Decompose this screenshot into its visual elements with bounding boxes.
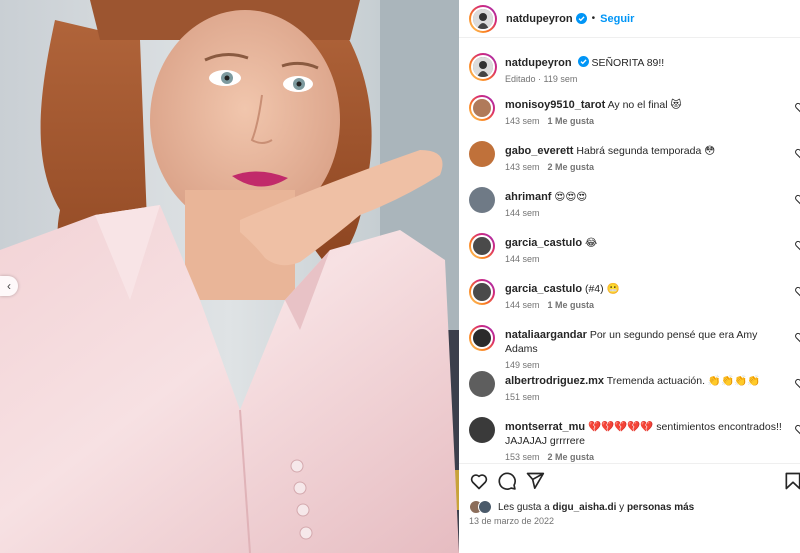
comment-meta: 153 sem 2 Me gusta bbox=[505, 452, 800, 462]
comment-content: garcia_castulo 😂 bbox=[505, 236, 785, 250]
comment-row: gabo_everett Habrá segunda temporada 😳 14… bbox=[469, 141, 800, 172]
comment-likes[interactable]: 2 Me gusta bbox=[548, 162, 595, 172]
likes-mid: y bbox=[616, 501, 627, 513]
bookmark-icon[interactable] bbox=[783, 471, 800, 491]
comment-time: 144 sem bbox=[505, 254, 540, 264]
comment-row: garcia_castulo 😂 144 sem bbox=[469, 233, 800, 264]
commenter-avatar[interactable] bbox=[469, 417, 495, 443]
verified-badge-icon bbox=[577, 56, 589, 67]
separator-dot: • bbox=[591, 13, 596, 24]
commenter-avatar[interactable] bbox=[469, 187, 495, 213]
comment-text: 😍😍😍 bbox=[554, 191, 588, 203]
comment-likes[interactable]: 1 Me gusta bbox=[548, 300, 595, 310]
commenter-avatar[interactable] bbox=[469, 371, 495, 397]
likes-prefix: Les gusta a bbox=[498, 501, 553, 513]
heart-icon[interactable] bbox=[794, 101, 800, 113]
commenter-avatar[interactable] bbox=[469, 233, 495, 259]
caption-text: SEÑORITA 89!! bbox=[591, 57, 665, 69]
commenter-avatar[interactable] bbox=[469, 141, 495, 167]
comment-meta: 143 sem 1 Me gusta bbox=[505, 116, 800, 126]
likes-others-link[interactable]: personas más bbox=[627, 502, 694, 513]
comment-row: nataliaargandar Por un segundo pensé que… bbox=[469, 325, 800, 370]
comment-icon[interactable] bbox=[497, 471, 517, 491]
author-username[interactable]: natdupeyron bbox=[506, 13, 573, 25]
comment-content: garcia_castulo (#4) 😬 bbox=[505, 282, 785, 296]
comment-text: Tremenda actuación. 👏👏👏👏 bbox=[606, 375, 761, 387]
comment-likes[interactable]: 1 Me gusta bbox=[548, 116, 595, 126]
comment-row: montserrat_mu 💔💔💔💔💔 sentimientos encontr… bbox=[469, 417, 800, 462]
comment-username[interactable]: monisoy9510_tarot bbox=[505, 99, 605, 111]
comment-content: monisoy9510_tarot Ay no el final 😻 bbox=[505, 98, 785, 112]
comment-meta: 144 sem bbox=[505, 208, 800, 218]
post-caption: natdupeyron SEÑORITA 89!! Editado · 119 … bbox=[459, 39, 800, 91]
comment-time: 144 sem bbox=[505, 208, 540, 218]
comment-username[interactable]: garcia_castulo bbox=[505, 283, 582, 295]
comment-username[interactable]: albertrodriguez.mx bbox=[505, 375, 604, 387]
comment-content: ahrimanf 😍😍😍 bbox=[505, 190, 785, 204]
comment-time: 143 sem bbox=[505, 162, 540, 172]
comment-time: 144 sem bbox=[505, 300, 540, 310]
comment-text: 😂 bbox=[584, 237, 598, 249]
caption-meta: Editado · 119 sem bbox=[505, 74, 578, 84]
heart-icon[interactable] bbox=[794, 239, 800, 251]
comment-username[interactable]: nataliaargandar bbox=[505, 329, 587, 341]
comment-likes[interactable]: 2 Me gusta bbox=[548, 452, 595, 462]
author-avatar[interactable] bbox=[469, 4, 497, 33]
heart-icon[interactable] bbox=[794, 193, 800, 205]
commenter-avatar[interactable] bbox=[469, 95, 495, 121]
post-header: natdupeyron • Seguir bbox=[459, 0, 800, 38]
share-icon[interactable] bbox=[525, 471, 545, 491]
commenter-avatar[interactable] bbox=[469, 279, 495, 305]
caption-avatar[interactable] bbox=[469, 53, 497, 81]
likes-text: Les gusta a digu_aisha.di y personas más bbox=[498, 502, 694, 513]
comment-time: 153 sem bbox=[505, 452, 540, 462]
comment-row: garcia_castulo (#4) 😬 144 sem 1 Me gusta bbox=[469, 279, 800, 310]
likes-summary[interactable]: Les gusta a digu_aisha.di y personas más bbox=[469, 500, 694, 514]
comment-content: gabo_everett Habrá segunda temporada 😳 bbox=[505, 144, 785, 158]
post-details-panel: natdupeyron • Seguir natdupeyron SEÑORIT… bbox=[459, 0, 800, 553]
comment-text: Ay no el final 😻 bbox=[607, 99, 682, 111]
heart-icon[interactable] bbox=[794, 331, 800, 343]
verified-badge-icon bbox=[575, 13, 587, 24]
caption-username[interactable]: natdupeyron bbox=[505, 57, 572, 69]
comment-row: albertrodriguez.mx Tremenda actuación. 👏… bbox=[469, 371, 800, 402]
comment-username[interactable]: garcia_castulo bbox=[505, 237, 582, 249]
comment-username[interactable]: gabo_everett bbox=[505, 145, 573, 157]
comment-row: monisoy9510_tarot Ay no el final 😻 143 se… bbox=[469, 95, 800, 126]
comment-meta: 143 sem 2 Me gusta bbox=[505, 162, 800, 172]
follow-button[interactable]: Seguir bbox=[600, 13, 634, 25]
comment-row: ahrimanf 😍😍😍 144 sem bbox=[469, 187, 800, 218]
commenter-avatar[interactable] bbox=[469, 325, 495, 351]
comment-meta: 151 sem bbox=[505, 392, 800, 402]
comment-username[interactable]: montserrat_mu bbox=[505, 421, 585, 433]
comment-username[interactable]: ahrimanf bbox=[505, 191, 551, 203]
heart-icon[interactable] bbox=[794, 377, 800, 389]
comment-meta: 144 sem bbox=[505, 254, 800, 264]
action-bar bbox=[469, 471, 800, 493]
comments-list[interactable]: natdupeyron SEÑORITA 89!! Editado · 119 … bbox=[459, 39, 800, 463]
heart-icon[interactable] bbox=[794, 147, 800, 159]
portrait-image bbox=[0, 0, 459, 553]
comment-time: 151 sem bbox=[505, 392, 540, 402]
comment-time: 143 sem bbox=[505, 116, 540, 126]
heart-icon[interactable] bbox=[794, 423, 800, 435]
comment-time: 149 sem bbox=[505, 360, 540, 370]
comment-content: nataliaargandar Por un segundo pensé que… bbox=[505, 328, 785, 356]
comment-meta: 149 sem bbox=[505, 360, 800, 370]
likes-user-link[interactable]: digu_aisha.di bbox=[552, 502, 616, 513]
heart-icon[interactable] bbox=[469, 471, 489, 491]
post-footer: Les gusta a digu_aisha.di y personas más… bbox=[459, 463, 800, 553]
post-date: 13 de marzo de 2022 bbox=[469, 516, 555, 526]
comment-text: Habrá segunda temporada 😳 bbox=[576, 145, 716, 157]
heart-icon[interactable] bbox=[794, 285, 800, 297]
comment-content: montserrat_mu 💔💔💔💔💔 sentimientos encontr… bbox=[505, 420, 785, 448]
post-photo[interactable]: ‹ bbox=[0, 0, 459, 553]
comment-meta: 144 sem 1 Me gusta bbox=[505, 300, 800, 310]
comment-text: (#4) 😬 bbox=[584, 283, 620, 295]
liker-avatar bbox=[478, 500, 492, 514]
comment-content: albertrodriguez.mx Tremenda actuación. 👏… bbox=[505, 374, 785, 388]
